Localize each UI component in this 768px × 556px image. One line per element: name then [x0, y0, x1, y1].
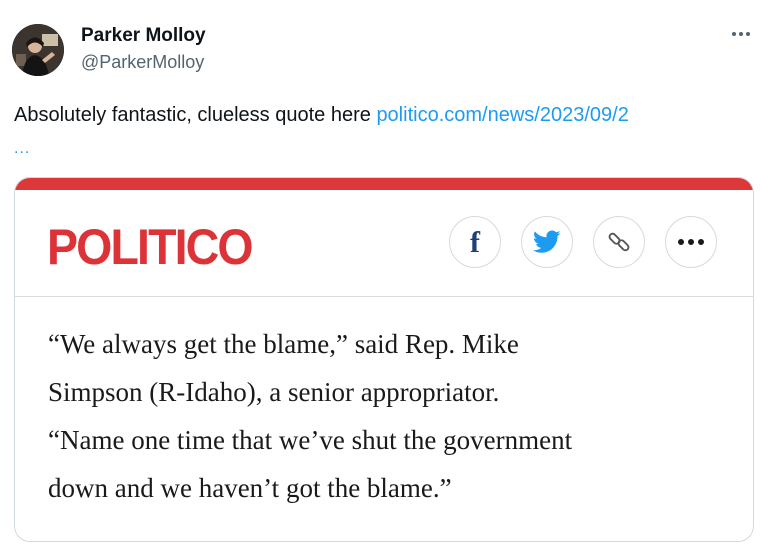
card-header: POLITICO f — [15, 190, 753, 297]
copy-link-button[interactable] — [593, 216, 645, 268]
more-dot-icon — [739, 32, 743, 36]
more-options-button[interactable] — [724, 22, 758, 46]
facebook-icon: f — [470, 226, 480, 259]
tweet-text: Absolutely fantastic, clueless quote her… — [14, 104, 629, 127]
share-twitter-button[interactable] — [521, 216, 573, 268]
author-name[interactable]: Parker Molloy — [81, 25, 206, 47]
embedded-image-card[interactable]: POLITICO f “We always get the blame,” sa… — [14, 177, 754, 542]
quote-line: down and we haven’t got the blame.” — [48, 473, 452, 503]
avatar[interactable] — [12, 24, 64, 76]
more-horizontal-icon — [678, 239, 704, 245]
share-facebook-button[interactable]: f — [449, 216, 501, 268]
share-more-button[interactable] — [665, 216, 717, 268]
accent-bar — [15, 178, 753, 190]
author-handle[interactable]: @ParkerMolloy — [81, 52, 204, 73]
quote-line: “Name one time that we’ve shut the gover… — [48, 425, 573, 455]
article-quote: “We always get the blame,” said Rep. Mik… — [48, 320, 738, 512]
twitter-bird-icon — [533, 230, 561, 253]
link-icon — [608, 232, 630, 252]
quote-line: Simpson (R-Idaho), a senior appropriator… — [48, 377, 500, 407]
more-dot-icon — [732, 32, 736, 36]
quote-line: “We always get the blame,” said Rep. Mik… — [48, 329, 519, 359]
avatar-photo — [12, 24, 64, 76]
politico-logo: POLITICO — [47, 219, 254, 275]
more-dot-icon — [746, 32, 750, 36]
tweet-body: Absolutely fantastic, clueless quote her… — [14, 104, 377, 126]
link-ellipsis[interactable]: ... — [14, 140, 30, 158]
tweet-link[interactable]: politico.com/news/2023/09/2 — [376, 104, 628, 126]
